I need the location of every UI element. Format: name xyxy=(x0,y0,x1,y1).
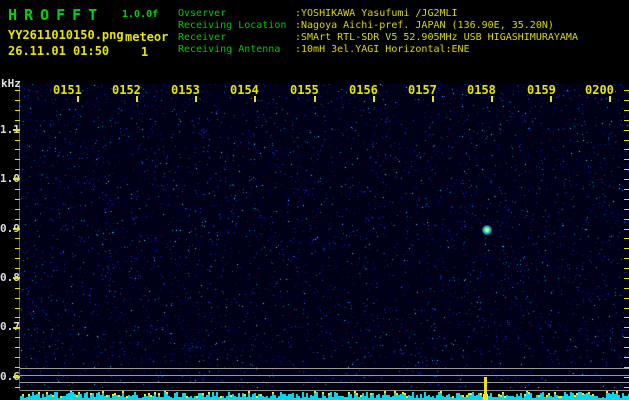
meteor-spike xyxy=(484,377,487,400)
time-tick-label: 0155 xyxy=(290,83,319,97)
info-label: Receiver xyxy=(178,32,227,43)
reference-line-lower xyxy=(20,382,629,383)
app-version: 1.0.0f xyxy=(122,9,159,20)
time-tick-label: 0200 xyxy=(585,83,614,97)
time-tick-label: 0156 xyxy=(349,83,378,97)
reference-line-upper xyxy=(20,368,629,369)
hrofft-window: HROFFT 1.0.0f YY2611010150.png meteor 26… xyxy=(0,0,629,400)
time-tick-label: 0154 xyxy=(230,83,259,97)
info-row-receiver: Receiver :SMArt RTL-SDR V5 52.905MHz USB … xyxy=(178,32,578,43)
spectrogram-noise-field xyxy=(20,84,629,388)
info-row-antenna: Receiving Antenna :10mH 3el.YAGI Horizont… xyxy=(178,44,470,55)
output-filename: YY2611010150.png xyxy=(8,28,124,42)
time-tick-label: 0157 xyxy=(408,83,437,97)
info-row-location: Receiving Location :Nagoya Aichi-pref. JA… xyxy=(178,20,554,31)
observation-datetime: 26.11.01 01:50 xyxy=(8,44,110,58)
info-label: Ovserver xyxy=(178,8,227,19)
info-value: :YOSHIKAWA Yasufumi /JG2MLI xyxy=(295,8,458,19)
freq-axis-unit: kHz xyxy=(1,77,21,90)
time-tick-label: 0151 xyxy=(53,83,82,97)
info-value: :Nagoya Aichi-pref. JAPAN (136.90E, 35.2… xyxy=(295,20,554,31)
info-value: :SMArt RTL-SDR V5 52.905MHz USB HIGASHIM… xyxy=(295,32,578,43)
time-tick-label: 0153 xyxy=(171,83,200,97)
app-title: HROFFT xyxy=(8,6,105,24)
meteor-echo-dot xyxy=(482,225,492,235)
reference-line-middle xyxy=(20,375,629,376)
info-value: :10mH 3el.YAGI Horizontal:ENE xyxy=(295,44,470,55)
time-tick-label: 0159 xyxy=(527,83,556,97)
observation-mode-label: meteor xyxy=(125,30,169,44)
meteor-count: 1 xyxy=(141,45,149,59)
info-label: Receiving Antenna xyxy=(178,44,281,55)
info-row-observer: Ovserver :YOSHIKAWA Yasufumi /JG2MLI xyxy=(178,8,458,19)
time-tick-label: 0152 xyxy=(112,83,141,97)
level-meter-baseline xyxy=(20,390,629,391)
time-tick-label: 0158 xyxy=(467,83,496,97)
info-label: Receiving Location xyxy=(178,20,287,31)
